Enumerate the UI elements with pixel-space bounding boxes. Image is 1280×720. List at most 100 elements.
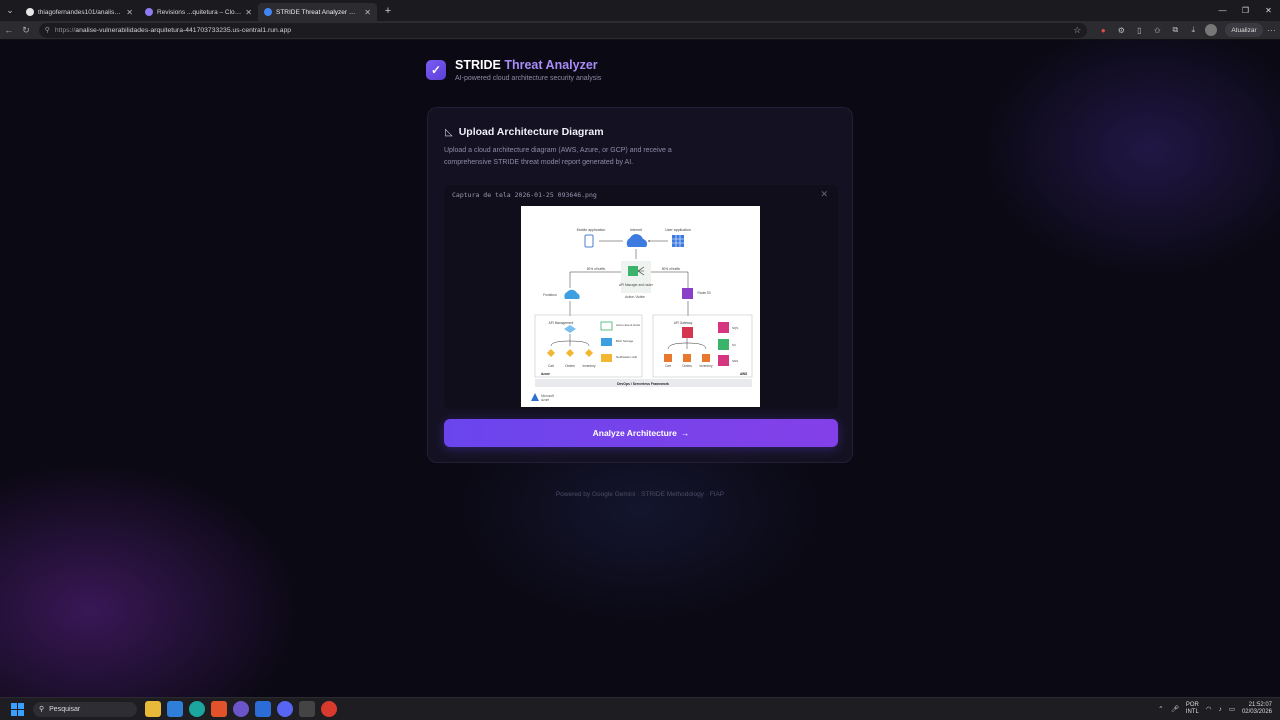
event-hubs-label: Azure Event Hubs [616,323,641,327]
user-app-grid-icon [672,235,684,247]
page-content: ✓ STRIDE Threat Analyzer AI-powered clou… [0,40,1280,697]
remove-file-icon[interactable]: ✕ [820,189,828,200]
windows-start-icon[interactable] [7,699,27,719]
browser-tab-stride[interactable]: STRIDE Threat Analyzer — Cloud A ✕ [258,3,377,21]
favorites-icon[interactable]: ✩ [1151,24,1163,36]
new-tab-button[interactable]: + [379,5,397,17]
input-language[interactable]: POR INTL [1186,702,1199,717]
downloads-icon[interactable]: ⤓ [1187,24,1199,36]
tab-title: thiagofernandes101/analise-vulne [38,8,123,16]
volume-icon[interactable]: ♪ [1219,706,1222,713]
site-info-icon[interactable]: ⚲ [45,26,50,34]
bookmark-star-icon[interactable]: ☆ [1073,25,1081,36]
notification-label: Notification Hub [616,355,638,359]
traffic-left-label: 50% of traffic [587,267,606,271]
windows-taskbar: ⚲ Pesquisar ⌃ 🎤︎ POR INTL ◠ ♪ ▭ 21:52:07… [0,697,1280,720]
blob-label: Blob Storage [616,339,634,343]
azure-inventory-label: Inventory [582,364,596,368]
upload-title: Upload Architecture Diagram [458,126,604,138]
sns-icon [718,355,729,366]
url-field[interactable]: ⚲ https://analise-vulnerabilidades-arqui… [38,22,1088,38]
tab-close-icon[interactable]: ✕ [126,8,133,17]
internet-label: Internet [630,228,642,232]
route53-icon [682,288,693,299]
tab-title: Revisions ...quitetura – Cloud Run [157,8,242,16]
apim-icon [564,325,576,333]
aws-lambda-icons [664,354,710,362]
wifi-icon[interactable]: ◠ [1206,705,1212,713]
minimize-icon[interactable]: — [1211,0,1234,21]
s3-icon [718,339,729,350]
taskbar-search[interactable]: ⚲ Pesquisar [33,701,137,717]
window-controls: — ❐ ✕ [1211,0,1280,21]
app-icon[interactable] [255,701,271,717]
extension-icon[interactable]: ● [1097,24,1109,36]
app-title-main: STRIDE [455,58,501,72]
aws-region-label: AWS [740,372,747,376]
frontdoor-icon [564,289,580,299]
restore-icon[interactable]: ❐ [1234,0,1257,21]
upload-card-header: ◺ Upload Architecture Diagram [445,126,604,138]
back-icon[interactable]: ← [0,21,17,40]
aws-apigw-label: API Gateway [674,321,693,325]
browser-tab-revisions[interactable]: Revisions ...quitetura – Cloud Run ✕ [139,3,258,21]
browser-tab-github[interactable]: thiagofernandes101/analise-vulne ✕ [20,3,139,21]
clock[interactable]: 21:52:07 02/03/2026 [1242,702,1272,717]
mobile-device-icon [584,234,594,248]
battery-icon[interactable]: ▭ [1229,705,1235,713]
close-window-icon[interactable]: ✕ [1257,0,1280,21]
file-name: Captura de tela 2026-01-25 093646.png [452,191,597,199]
tray-chevron-icon[interactable]: ⌃ [1158,705,1163,713]
extension-icon[interactable]: ⚙ [1115,24,1127,36]
analyze-architecture-button[interactable]: Analyze Architecture → [444,419,838,447]
file-explorer-icon[interactable] [145,701,161,717]
sqs-icon [718,322,729,333]
url-prefix: https:// [54,26,76,34]
github-favicon-icon [26,8,34,16]
brave-browser-icon[interactable] [211,701,227,717]
page-footer: Powered by Google Gemini · STRIDE Method… [555,491,725,498]
system-tray: ⌃ 🎤︎ POR INTL ◠ ♪ ▭ 21:52:07 02/03/2026 [1158,702,1280,717]
profile-avatar-icon[interactable] [1205,24,1218,36]
azure-region-label: Azure [541,372,550,376]
azure-logo-icon [531,393,539,401]
tab-title: STRIDE Threat Analyzer — Cloud A [276,8,360,16]
chrome-icon[interactable] [321,701,337,717]
pinned-apps [145,701,337,717]
terminal-icon[interactable] [299,701,315,717]
app-subtitle: AI-powered cloud architecture security a… [455,75,602,82]
internet-cloud-icon [626,234,648,247]
github-desktop-icon[interactable] [233,701,249,717]
search-label: Pesquisar [49,705,81,713]
s3-label: S3 [732,343,736,347]
edge-browser-icon[interactable] [189,701,205,717]
app-title: STRIDE Threat Analyzer [455,58,601,72]
url-host: analise-vulnerabilidades-arquitetura-441… [75,26,292,34]
sns-label: SNS [732,359,738,363]
azure-orders-label: Orders [565,364,575,368]
active-active-label: Active / Active [625,295,645,299]
app-header: ✓ STRIDE Threat Analyzer AI-powered clou… [426,58,601,82]
tab-close-icon[interactable]: ✕ [245,8,252,17]
reload-icon[interactable]: ↻ [17,21,34,40]
browser-tab-bar: ⌄ thiagofernandes101/analise-vulne ✕ Rev… [0,0,1280,21]
cloud-run-favicon-icon [264,8,272,16]
url-text: https://analise-vulnerabilidades-arquite… [55,27,291,34]
aws-inventory-label: Inventory [699,364,713,368]
ms-sub-label: Azure [541,398,550,402]
event-hubs-icon [600,321,613,331]
notification-hub-icon [601,354,612,362]
update-button[interactable]: Atualizar [1225,23,1263,37]
tab-close-icon[interactable]: ✕ [364,8,371,17]
file-preview: Captura de tela 2026-01-25 093646.png ✕ … [444,185,838,409]
split-screen-icon[interactable]: ▯ [1133,24,1145,36]
collections-icon[interactable]: ⧉ [1169,24,1181,36]
tab-list-menu-icon[interactable]: ⌄ [0,0,20,21]
discord-icon[interactable] [277,701,293,717]
more-menu-icon[interactable]: ⋯ [1263,21,1280,40]
microphone-icon[interactable]: 🎤︎ [1171,705,1179,713]
aws-cart-label: Cart [665,364,671,368]
azure-function-icons [547,349,593,357]
store-icon[interactable] [167,701,183,717]
aws-orders-label: Orders [682,364,692,368]
